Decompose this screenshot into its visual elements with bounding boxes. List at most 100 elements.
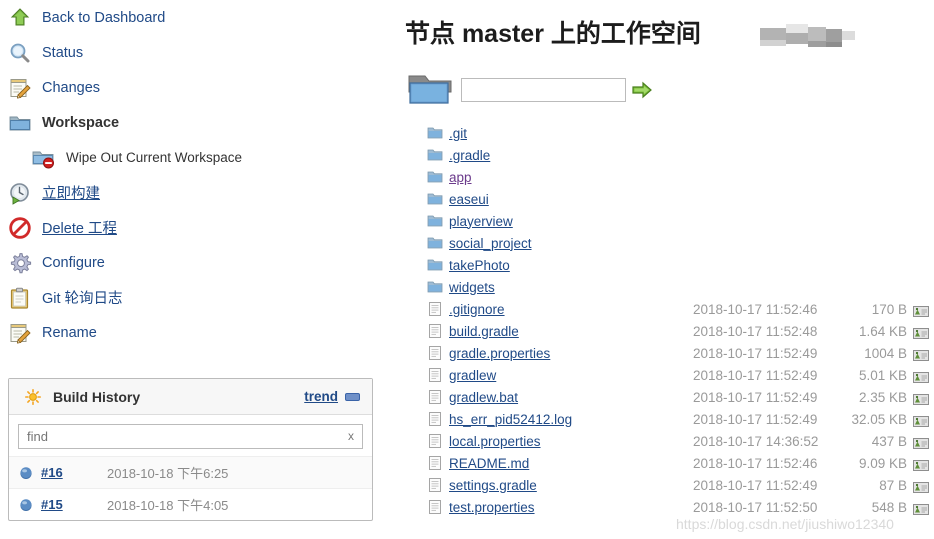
build-history-row[interactable]: #15 2018-10-18 下午4:05 bbox=[9, 488, 372, 520]
directory-row[interactable]: easeui bbox=[427, 188, 934, 210]
directory-link[interactable]: social_project bbox=[449, 236, 532, 251]
file-size: 437 B bbox=[871, 433, 907, 449]
file-link[interactable]: .gitignore bbox=[449, 302, 693, 317]
file-link[interactable]: settings.gradle bbox=[449, 478, 693, 493]
clear-find-button[interactable]: x bbox=[348, 429, 354, 443]
sidebar-item-label: Delete 工程 bbox=[42, 221, 117, 237]
directory-link[interactable]: takePhoto bbox=[449, 258, 510, 273]
directory-link[interactable]: .git bbox=[449, 126, 467, 141]
sidebar-item-delete-project[interactable]: Delete 工程 bbox=[0, 210, 382, 245]
view-file-icon bbox=[913, 502, 929, 515]
text-file-icon bbox=[427, 323, 443, 339]
file-link[interactable]: build.gradle bbox=[449, 324, 693, 339]
sidebar-item-build-now[interactable]: 立即构建 bbox=[0, 175, 382, 210]
path-input[interactable] bbox=[461, 78, 626, 102]
file-row[interactable]: README.md 2018-10-17 11:52:46 9.09 KB vi… bbox=[427, 452, 934, 474]
sidebar-item-rename[interactable]: Rename bbox=[0, 315, 382, 350]
file-row[interactable]: settings.gradle 2018-10-17 11:52:49 87 B… bbox=[427, 474, 934, 496]
build-number-link[interactable]: #16 bbox=[41, 465, 107, 480]
folder-icon bbox=[427, 191, 443, 207]
folder-icon bbox=[427, 147, 443, 163]
folder-icon bbox=[427, 257, 443, 273]
file-link[interactable]: test.properties bbox=[449, 500, 693, 515]
sidebar-item-wipe-out-workspace[interactable]: Wipe Out Current Workspace bbox=[0, 140, 382, 175]
text-file-icon bbox=[427, 433, 443, 449]
directory-link[interactable]: .gradle bbox=[449, 148, 490, 163]
file-link[interactable]: local.properties bbox=[449, 434, 693, 449]
text-file-icon bbox=[427, 455, 443, 471]
directory-link[interactable]: widgets bbox=[449, 280, 495, 295]
go-arrow-icon[interactable] bbox=[631, 79, 653, 101]
file-size: 9.09 KB bbox=[858, 455, 907, 471]
folder-icon bbox=[427, 213, 443, 229]
directory-row[interactable]: widgets bbox=[427, 276, 934, 298]
text-file-icon bbox=[427, 499, 443, 515]
sidebar-item-git-polling-log[interactable]: Git 轮询日志 bbox=[0, 280, 382, 315]
build-now-icon bbox=[8, 181, 32, 205]
file-size: 1.64 KB bbox=[858, 323, 907, 339]
file-row[interactable]: test.properties 2018-10-17 11:52:50 548 … bbox=[427, 496, 934, 518]
sidebar-item-label: Git 轮询日志 bbox=[42, 291, 123, 307]
notepad-pencil-icon bbox=[8, 321, 32, 345]
collapse-toggle[interactable] bbox=[345, 392, 360, 401]
file-row[interactable]: local.properties 2018-10-17 14:36:52 437… bbox=[427, 430, 934, 452]
directory-row[interactable]: .git bbox=[427, 122, 934, 144]
file-row[interactable]: gradlew.bat 2018-10-17 11:52:49 2.35 KB … bbox=[427, 386, 934, 408]
weather-sun-icon bbox=[25, 388, 41, 405]
directory-row[interactable]: takePhoto bbox=[427, 254, 934, 276]
file-link[interactable]: gradlew.bat bbox=[449, 390, 693, 405]
build-history-panel: Build History trend x #16 2018-10-18 下午6… bbox=[8, 378, 373, 521]
sidebar-item-status[interactable]: Status bbox=[0, 35, 382, 70]
directory-link[interactable]: easeui bbox=[449, 192, 489, 207]
directory-row[interactable]: .gradle bbox=[427, 144, 934, 166]
file-link[interactable]: README.md bbox=[449, 456, 693, 471]
folder-icon bbox=[427, 125, 443, 141]
page-title: 节点 master 上的工作空间 bbox=[405, 20, 701, 48]
sidebar-item-label: 立即构建 bbox=[42, 186, 100, 202]
text-file-icon bbox=[427, 367, 443, 383]
directory-row[interactable]: social_project bbox=[427, 232, 934, 254]
sidebar-item-label: Workspace bbox=[42, 114, 120, 131]
file-link[interactable]: gradlew bbox=[449, 368, 693, 383]
sidebar-item-back-to-dashboard[interactable]: Back to Dashboard bbox=[0, 0, 382, 35]
build-history-title: Build History bbox=[53, 388, 141, 405]
text-file-icon bbox=[427, 389, 443, 405]
magnifier-icon bbox=[8, 41, 32, 65]
sidebar-item-label: Changes bbox=[42, 79, 101, 96]
sidebar-item-workspace[interactable]: Workspace bbox=[0, 105, 382, 140]
file-row[interactable]: .gitignore 2018-10-17 11:52:46 170 B vie… bbox=[427, 298, 934, 320]
status-orb-blue-icon bbox=[19, 466, 33, 480]
sidebar-item-configure[interactable]: Configure bbox=[0, 245, 382, 280]
directory-link[interactable]: playerview bbox=[449, 214, 513, 229]
file-row[interactable]: hs_err_pid52412.log 2018-10-17 11:52:49 … bbox=[427, 408, 934, 430]
clipboard-icon bbox=[8, 286, 32, 310]
view-file-icon bbox=[913, 348, 929, 361]
file-size: 548 B bbox=[871, 499, 907, 515]
text-file-icon bbox=[427, 345, 443, 361]
view-file-icon bbox=[913, 458, 929, 471]
build-history-row[interactable]: #16 2018-10-18 下午6:25 bbox=[9, 456, 372, 488]
file-link[interactable]: gradle.properties bbox=[449, 346, 693, 361]
directory-link[interactable]: app bbox=[449, 170, 472, 185]
file-row[interactable]: build.gradle 2018-10-17 11:52:48 1.64 KB… bbox=[427, 320, 934, 342]
file-size: 32.05 KB bbox=[851, 411, 907, 427]
build-number-link[interactable]: #15 bbox=[41, 497, 107, 512]
sidebar-item-label: Rename bbox=[42, 324, 97, 341]
file-row[interactable]: gradle.properties 2018-10-17 11:52:49 10… bbox=[427, 342, 934, 364]
sidebar-item-changes[interactable]: Changes bbox=[0, 70, 382, 105]
sidebar: Back to Dashboard Status Changes Workspa… bbox=[0, 0, 382, 539]
view-file-icon bbox=[913, 480, 929, 493]
file-row[interactable]: gradlew 2018-10-17 11:52:49 5.01 KB view bbox=[427, 364, 934, 386]
file-size: 2.35 KB bbox=[858, 389, 907, 405]
file-date: 2018-10-17 11:52:49 bbox=[693, 367, 818, 383]
watermark: https://blog.csdn.net/jiushiwo12340 bbox=[676, 516, 894, 532]
view-file-icon bbox=[913, 370, 929, 383]
file-link[interactable]: hs_err_pid52412.log bbox=[449, 412, 693, 427]
build-history-find-input[interactable] bbox=[18, 424, 363, 449]
trend-link[interactable]: trend bbox=[304, 389, 338, 404]
directory-row[interactable]: playerview bbox=[427, 210, 934, 232]
notepad-pencil-icon bbox=[8, 76, 32, 100]
sidebar-item-label: Status bbox=[42, 44, 84, 61]
directory-row[interactable]: app bbox=[427, 166, 934, 188]
view-file-icon bbox=[913, 304, 929, 317]
